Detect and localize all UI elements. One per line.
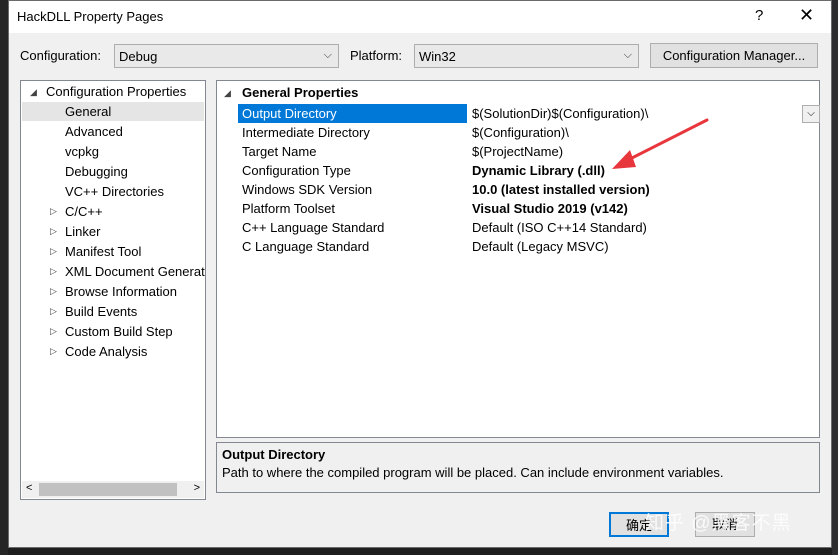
tree-item-custom-build-step[interactable]: Custom Build Step	[65, 322, 173, 341]
property-value[interactable]: Visual Studio 2019 (v142)	[472, 199, 628, 218]
property-name: Windows SDK Version	[242, 182, 373, 197]
property-value[interactable]: $(Configuration)\	[472, 123, 569, 142]
grid-row-c-language-standard[interactable]: C Language Standard Default (Legacy MSVC…	[238, 237, 817, 256]
grid-row-intermediate-directory[interactable]: Intermediate Directory $(Configuration)\	[238, 123, 817, 142]
background-editor-strip	[0, 0, 8, 555]
scrollbar-thumb[interactable]	[39, 483, 177, 496]
tree-root-configuration-properties[interactable]: Configuration Properties	[46, 82, 186, 101]
property-value[interactable]: Default (Legacy MSVC)	[472, 237, 609, 256]
grid-row-cpp-language-standard[interactable]: C++ Language Standard Default (ISO C++14…	[238, 218, 817, 237]
tree-item-linker[interactable]: Linker	[65, 222, 100, 241]
collapsed-triangle-icon[interactable]: ▷	[50, 206, 57, 217]
collapsed-triangle-icon[interactable]: ▷	[50, 266, 57, 277]
chevron-down-icon: ⌵	[623, 49, 632, 61]
window-title: HackDLL Property Pages	[17, 9, 164, 24]
property-value[interactable]: 10.0 (latest installed version)	[472, 180, 650, 199]
close-icon[interactable]: ✕	[799, 5, 814, 26]
property-value[interactable]: Default (ISO C++14 Standard)	[472, 218, 647, 237]
configuration-label: Configuration:	[20, 48, 101, 63]
grid-row-output-directory[interactable]: Output Directory $(SolutionDir)$(Configu…	[238, 104, 820, 123]
tree-item-c-cpp[interactable]: C/C++	[65, 202, 103, 221]
property-name: Configuration Type	[242, 163, 351, 178]
property-name: Platform Toolset	[242, 201, 335, 216]
section-title: General Properties	[242, 85, 359, 100]
property-grid: ◢ General Properties Output Directory $(…	[216, 80, 820, 438]
property-name: C Language Standard	[242, 239, 370, 254]
tree-item-xml-document-generator[interactable]: XML Document Generat	[65, 262, 205, 281]
annotation-arrow-icon	[612, 118, 709, 169]
background-editor-strip-right	[832, 0, 838, 555]
section-collapse-icon[interactable]: ◢	[224, 88, 231, 99]
property-name: Intermediate Directory	[242, 125, 370, 140]
tree-item-code-analysis[interactable]: Code Analysis	[65, 342, 147, 361]
collapsed-triangle-icon[interactable]: ▷	[50, 226, 57, 237]
tree-item-vcpkg[interactable]: vcpkg	[65, 142, 99, 161]
grid-row-platform-toolset[interactable]: Platform Toolset Visual Studio 2019 (v14…	[238, 199, 817, 218]
property-pages-dialog: HackDLL Property Pages ? ✕ Configuration…	[8, 0, 832, 548]
grid-row-windows-sdk-version[interactable]: Windows SDK Version 10.0 (latest install…	[238, 180, 817, 199]
platform-value: Win32	[419, 49, 456, 64]
tree-item-vc-directories[interactable]: VC++ Directories	[65, 182, 164, 201]
configuration-manager-button[interactable]: Configuration Manager...	[650, 43, 818, 68]
property-value[interactable]: $(ProjectName)	[472, 142, 563, 161]
tree-item-advanced[interactable]: Advanced	[65, 122, 123, 141]
scroll-right-icon[interactable]: >	[194, 482, 200, 494]
horizontal-scrollbar[interactable]: < >	[22, 481, 204, 498]
property-name: Output Directory	[238, 104, 467, 123]
help-icon[interactable]: ?	[755, 7, 763, 24]
scroll-left-icon[interactable]: <	[26, 482, 32, 494]
platform-label: Platform:	[350, 48, 403, 63]
tree-item-label: General	[65, 104, 112, 119]
platform-select[interactable]: Win32 ⌵	[414, 44, 639, 68]
collapsed-triangle-icon[interactable]: ▷	[50, 306, 57, 317]
grid-row-configuration-type[interactable]: Configuration Type Dynamic Library (.dll…	[238, 161, 817, 180]
tree-item-build-events[interactable]: Build Events	[65, 302, 137, 321]
collapsed-triangle-icon[interactable]: ▷	[50, 346, 57, 357]
property-name: Target Name	[242, 144, 317, 159]
property-value[interactable]: Dynamic Library (.dll)	[472, 161, 605, 180]
chevron-down-icon: ⌵	[323, 49, 332, 61]
collapsed-triangle-icon[interactable]: ▷	[50, 286, 57, 297]
grid-row-target-name[interactable]: Target Name $(ProjectName)	[238, 142, 817, 161]
property-tree: ◢ Configuration Properties General Advan…	[20, 80, 206, 500]
watermark-text: 知乎 @黑客不黑	[645, 513, 792, 534]
configuration-value: Debug	[119, 49, 158, 64]
collapsed-triangle-icon[interactable]: ▷	[50, 246, 57, 257]
description-title: Output Directory	[222, 447, 326, 462]
tree-item-general[interactable]: General	[22, 102, 204, 121]
configuration-select[interactable]: Debug ⌵	[114, 44, 339, 68]
chevron-down-icon[interactable]: ⌵	[802, 105, 820, 123]
property-name: C++ Language Standard	[242, 220, 385, 235]
tree-item-manifest-tool[interactable]: Manifest Tool	[65, 242, 141, 261]
description-panel: Output Directory Path to where the compi…	[216, 442, 820, 493]
tree-item-debugging[interactable]: Debugging	[65, 162, 128, 181]
expand-triangle-icon[interactable]: ◢	[30, 87, 37, 98]
title-bar: HackDLL Property Pages ? ✕	[9, 1, 831, 33]
description-text: Path to where the compiled program will …	[222, 465, 724, 480]
tree-item-browse-information[interactable]: Browse Information	[65, 282, 177, 301]
collapsed-triangle-icon[interactable]: ▷	[50, 326, 57, 337]
